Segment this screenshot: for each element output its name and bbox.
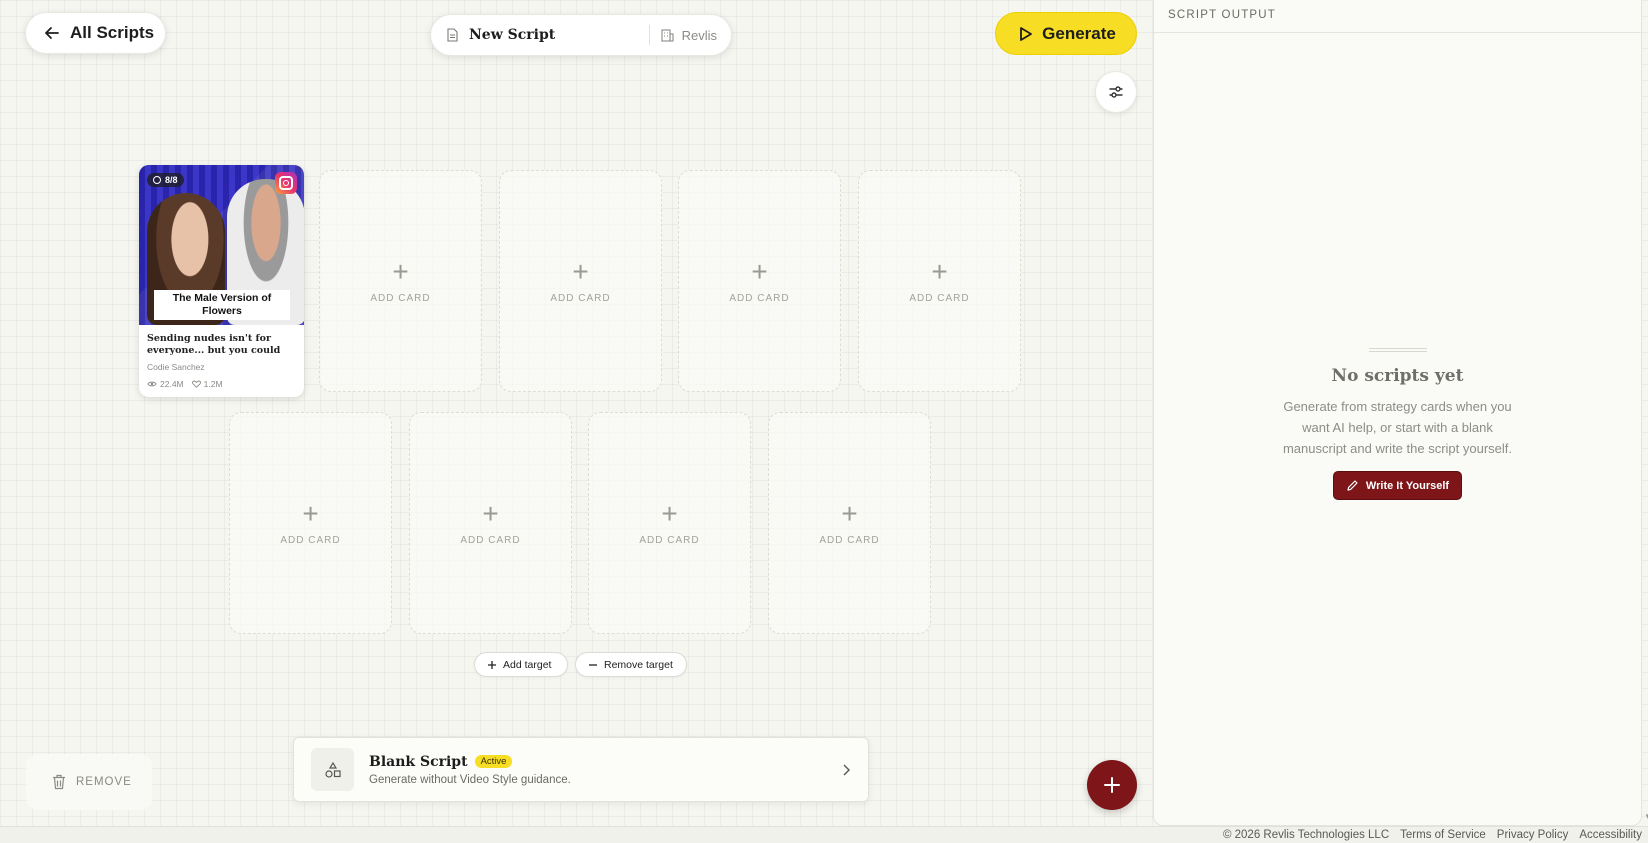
document-icon [447,28,458,42]
add-card-slot[interactable]: + ADD CARD [678,170,841,392]
write-it-yourself-button[interactable]: Write It Yourself [1332,471,1463,500]
plus-icon: + [302,497,319,529]
style-icon-box [311,748,354,791]
all-scripts-label: All Scripts [70,23,155,42]
empty-description: Generate from strategy cards when you wa… [1282,399,1513,456]
view-count: 22.4M [160,379,184,389]
copyright: © 2026 Revlis Technologies LLC [1222,829,1390,841]
write-label: Write It Yourself [1365,479,1450,492]
plus-icon [1104,777,1120,793]
add-card-label: ADD CARD [909,292,970,304]
chevron-right-icon [843,764,850,775]
add-card-slot[interactable]: + ADD CARD [229,412,392,634]
empty-state: No scripts yet Generate from strategy ca… [1154,348,1641,500]
plus-icon [488,660,496,669]
script-output-panel: SCRIPT OUTPUT No scripts yet Generate fr… [1153,0,1642,826]
score-badge: 8/8 [147,173,184,187]
pencil-icon [1347,480,1358,491]
heart-icon [191,380,201,388]
footer: © 2026 Revlis Technologies LLC Terms of … [0,826,1648,843]
style-name: Blank Script [369,753,468,770]
like-count: 1.2M [203,379,223,389]
generate-button[interactable]: Generate [995,12,1137,55]
settings-sliders-button[interactable] [1095,71,1137,113]
plus-icon: + [661,497,678,529]
video-title: Sending nudes isn't for everyone... but … [147,333,281,356]
workspace-name[interactable]: Revlis [682,28,717,43]
add-card-label: ADD CARD [819,534,880,546]
remove-label: REMOVE [76,776,132,788]
divider [1368,348,1427,352]
add-card-slot[interactable]: + ADD CARD [409,412,572,634]
add-target-label: Add target [503,658,552,671]
sliders-icon [1109,86,1123,98]
plus-icon: + [751,255,768,287]
terms-link[interactable]: Terms of Service [1400,829,1486,841]
add-card-slot[interactable]: + ADD CARD [499,170,662,392]
plus-icon: + [482,497,499,529]
video-creator: Codie Sanchez [147,362,205,372]
add-card-label: ADD CARD [550,292,611,304]
minus-icon [589,663,597,666]
active-badge: Active [474,755,513,768]
style-description: Generate without Video Style guidance. [369,773,571,786]
plus-icon: + [392,255,409,287]
accessibility-link[interactable]: Accessibility [1579,829,1642,841]
plus-icon: + [841,497,858,529]
circle-icon [153,176,161,184]
add-card-slot[interactable]: + ADD CARD [319,170,482,392]
add-card-label: ADD CARD [370,292,431,304]
divider [648,25,650,45]
script-title-bar: New Script Revlis [430,14,732,56]
shapes-icon [324,761,341,778]
remove-target-label: Remove target [604,658,673,671]
remove-target-button[interactable]: Remove target [575,652,687,677]
instagram-icon [275,172,297,194]
remove-drop-zone[interactable]: REMOVE [26,754,152,810]
score-label: 8/8 [165,175,178,185]
arrow-left-icon [45,27,59,39]
plus-icon: + [931,255,948,287]
video-thumbnail: 8/8 The Male Version of Flowers [139,165,304,325]
add-target-button[interactable]: Add target [474,652,568,677]
eye-icon [147,381,157,387]
add-floating-button[interactable] [1087,760,1137,810]
play-icon [1020,26,1033,41]
video-card[interactable]: 8/8 The Male Version of Flowers Sending … [139,165,304,397]
add-card-label: ADD CARD [460,534,521,546]
scroll-down-arrow-icon[interactable]: ▼ [1644,812,1648,821]
add-card-label: ADD CARD [729,292,790,304]
panel-header: SCRIPT OUTPUT [1154,0,1641,33]
trash-icon [53,774,65,790]
video-style-selector[interactable]: Blank Script Active Generate without Vid… [293,737,869,802]
all-scripts-button[interactable]: All Scripts [25,12,166,54]
building-icon [661,29,674,42]
add-card-slot[interactable]: + ADD CARD [588,412,751,634]
add-card-label: ADD CARD [639,534,700,546]
privacy-link[interactable]: Privacy Policy [1497,829,1569,841]
add-card-slot[interactable]: + ADD CARD [768,412,931,634]
add-card-slot[interactable]: + ADD CARD [858,170,1021,392]
thumbnail-caption: The Male Version of Flowers [154,290,290,320]
plus-icon: + [572,255,589,287]
generate-label: Generate [1042,23,1116,43]
empty-title: No scripts yet [1331,366,1464,386]
add-card-label: ADD CARD [280,534,341,546]
script-title-input[interactable]: New Script [469,27,649,43]
